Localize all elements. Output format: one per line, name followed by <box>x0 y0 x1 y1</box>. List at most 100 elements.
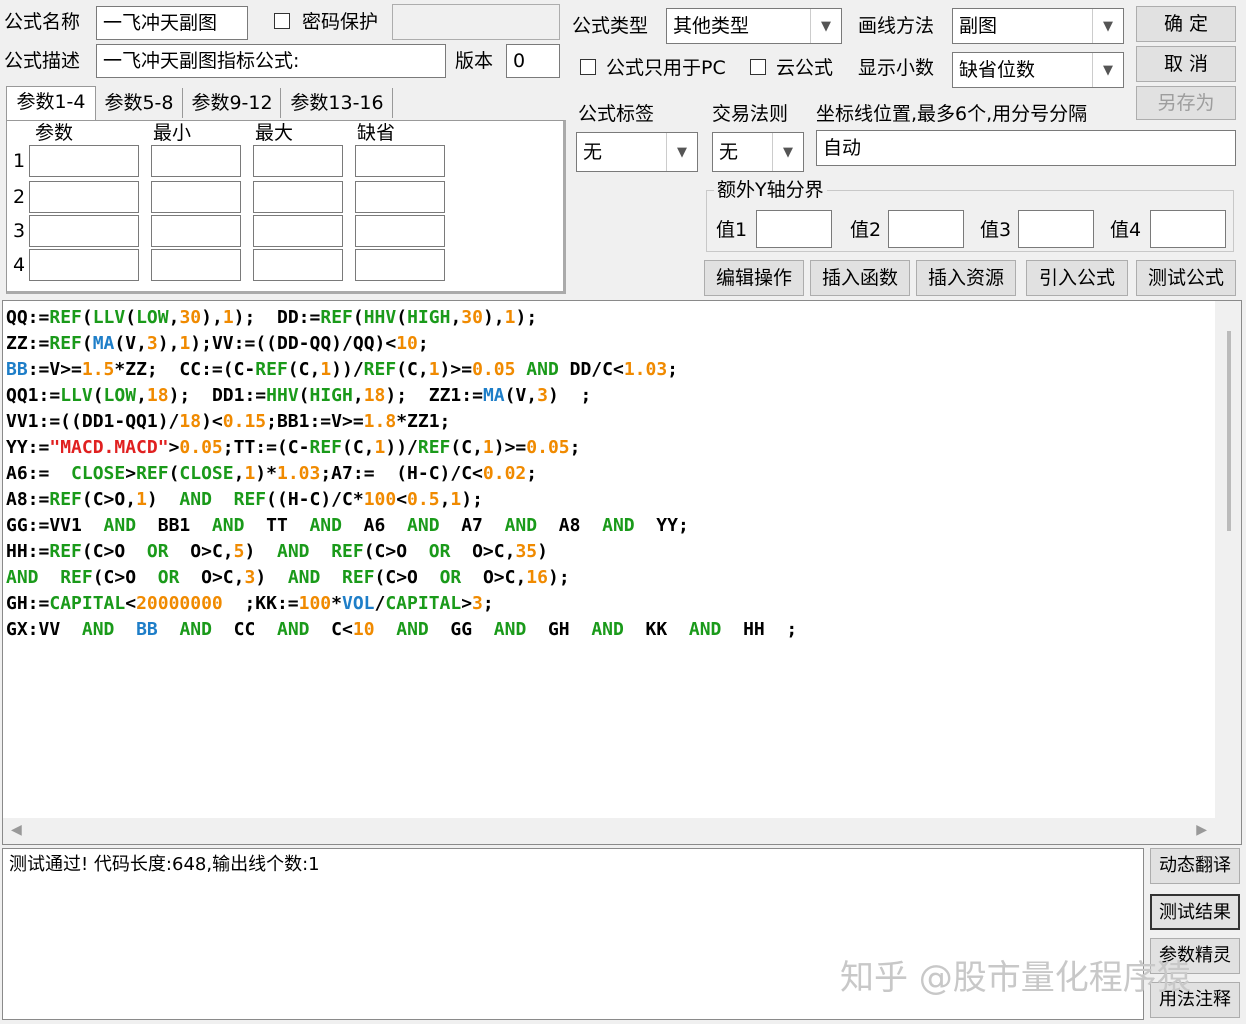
code-line[interactable]: BB:=V>=1.5*ZZ; CC:=(C-REF(C,1))/REF(C,1)… <box>6 357 797 383</box>
import-formula-button[interactable]: 引入公式 <box>1026 260 1128 296</box>
param-4-default-input[interactable] <box>355 249 445 281</box>
code-line[interactable]: A6:= CLOSE>REF(CLOSE,1)*1.03;A7:= (H-C)/… <box>6 461 797 487</box>
code-line[interactable]: GG:=VV1 AND BB1 AND TT AND A6 AND A7 AND… <box>6 513 797 539</box>
cloud-formula-checkbox[interactable] <box>750 59 766 75</box>
yaxis-value4-input[interactable] <box>1150 210 1226 248</box>
code-line[interactable]: YY:="MACD.MACD">0.05;TT:=(C-REF(C,1))/RE… <box>6 435 797 461</box>
tab-params-13-16[interactable]: 参数13-16 <box>282 88 393 118</box>
code-token: BB <box>136 619 158 640</box>
code-token: , <box>136 385 147 406</box>
code-line[interactable]: GH:=CAPITAL<20000000 ;KK:=100*VOL/CAPITA… <box>6 591 797 617</box>
chevron-down-icon[interactable]: ▼ <box>1092 9 1123 43</box>
code-line[interactable]: AND REF(C>O OR O>C,3) AND REF(C>O OR O>C… <box>6 565 797 591</box>
code-token: ZZ:= <box>6 333 50 354</box>
draw-method-select[interactable]: 副图 ▼ <box>952 8 1124 44</box>
tab-params-9-12[interactable]: 参数9-12 <box>184 88 281 118</box>
param-3-name-input[interactable] <box>29 215 139 247</box>
code-line[interactable]: A8:=REF(C>O,1) AND REF((H-C)/C*100<0.5,1… <box>6 487 797 513</box>
formula-desc-input[interactable]: 一飞冲天副图指标公式: <box>96 44 446 78</box>
code-token: REF <box>49 541 82 562</box>
param-2-default-input[interactable] <box>355 181 445 213</box>
yaxis-value3-input[interactable] <box>1018 210 1094 248</box>
insert-function-button[interactable]: 插入函数 <box>810 260 910 296</box>
version-input[interactable]: 0 <box>506 44 560 78</box>
param-3-default-input[interactable] <box>355 215 445 247</box>
vertical-scrollbar[interactable] <box>1215 301 1241 844</box>
code-line[interactable]: ZZ:=REF(MA(V,3),1);VV:=((DD-QQ)/QQ)<10; <box>6 331 797 357</box>
trade-rule-label: 交易法则 <box>712 103 789 125</box>
code-token: 1 <box>450 489 462 510</box>
ok-button[interactable]: 确 定 <box>1136 6 1236 42</box>
code-token: (V, <box>504 385 538 406</box>
param-4-min-input[interactable] <box>151 249 241 281</box>
edit-operation-button[interactable]: 编辑操作 <box>704 260 804 296</box>
code-line[interactable]: QQ1:=LLV(LOW,18); DD1:=HHV(HIGH,18); ZZ1… <box>6 383 797 409</box>
yaxis-value1-input[interactable] <box>756 210 832 248</box>
formula-type-select[interactable]: 其他类型 ▼ <box>666 8 842 44</box>
param-3-max-input[interactable] <box>253 215 343 247</box>
horizontal-scrollbar[interactable]: ◀ ▶ <box>3 818 1215 844</box>
code-token: 35 <box>515 541 538 562</box>
code-token: QQ1:= <box>6 385 61 406</box>
formula-type-value: 其他类型 <box>673 15 750 37</box>
code-token: ( <box>81 307 93 328</box>
code-line[interactable]: QQ:=REF(LLV(LOW,30),1); DD:=REF(HHV(HIGH… <box>6 305 797 331</box>
axis-position-input[interactable]: 自动 <box>816 130 1236 166</box>
code-line[interactable]: HH:=REF(C>O OR O>C,5) AND REF(C>O OR O>C… <box>6 539 797 565</box>
test-result-button[interactable]: 测试结果 <box>1150 894 1240 930</box>
param-3-min-input[interactable] <box>151 215 241 247</box>
decimals-label: 显示小数 <box>858 57 935 79</box>
param-1-max-input[interactable] <box>253 145 343 177</box>
save-as-button[interactable]: 另存为 <box>1136 86 1236 120</box>
param-row-index: 4 <box>13 254 26 276</box>
code-token: QQ:= <box>6 307 50 328</box>
scroll-right-icon[interactable]: ▶ <box>1196 822 1207 838</box>
code-token: *ZZ1; <box>396 411 451 432</box>
formula-tag-select[interactable]: 无 ▼ <box>576 132 698 172</box>
param-4-max-input[interactable] <box>253 249 343 281</box>
chevron-down-icon[interactable]: ▼ <box>772 133 803 171</box>
chevron-down-icon[interactable]: ▼ <box>1092 53 1123 87</box>
param-2-max-input[interactable] <box>253 181 343 213</box>
code-token: 5 <box>233 541 245 562</box>
code-token: AND <box>309 515 342 536</box>
scrollbar-thumb[interactable] <box>1227 331 1231 531</box>
tab-params-5-8[interactable]: 参数5-8 <box>96 88 183 118</box>
param-2-min-input[interactable] <box>151 181 241 213</box>
code-token: > <box>125 463 137 484</box>
code-token: 1 <box>374 437 386 458</box>
param-1-name-input[interactable] <box>29 145 139 177</box>
insert-resource-button[interactable]: 插入资源 <box>916 260 1016 296</box>
code-token: AND <box>211 515 245 536</box>
scroll-left-icon[interactable]: ◀ <box>11 822 22 838</box>
code-token: / <box>374 593 386 614</box>
param-1-min-input[interactable] <box>151 145 241 177</box>
code-token: (C>O <box>374 567 440 588</box>
param-2-name-input[interactable] <box>29 181 139 213</box>
chevron-down-icon[interactable]: ▼ <box>666 133 697 171</box>
yaxis-value2-input[interactable] <box>888 210 964 248</box>
code-text[interactable]: QQ:=REF(LLV(LOW,30),1); DD:=REF(HHV(HIGH… <box>6 305 797 643</box>
param-4-name-input[interactable] <box>29 249 139 281</box>
code-token: GH:= <box>6 593 50 614</box>
chevron-down-icon[interactable]: ▼ <box>810 9 841 43</box>
code-token: (C, <box>287 359 321 380</box>
code-token: LOW <box>103 385 137 406</box>
trade-rule-select[interactable]: 无 ▼ <box>712 132 804 172</box>
formula-name-input[interactable]: 一飞冲天副图 <box>96 6 248 40</box>
pc-only-checkbox[interactable] <box>580 59 596 75</box>
code-line[interactable]: GX:VV AND BB AND CC AND C<10 AND GG AND … <box>6 617 797 643</box>
code-line[interactable]: VV1:=((DD1-QQ1)/18)<0.15;BB1:=V>=1.8*ZZ1… <box>6 409 797 435</box>
tab-params-1-4[interactable]: 参数1-4 <box>6 86 96 121</box>
param-1-default-input[interactable] <box>355 145 445 177</box>
formula-type-label: 公式类型 <box>572 15 649 37</box>
test-formula-button[interactable]: 测试公式 <box>1136 260 1236 296</box>
code-editor[interactable]: QQ:=REF(LLV(LOW,30),1); DD:=REF(HHV(HIGH… <box>2 300 1242 845</box>
dynamic-translate-button[interactable]: 动态翻译 <box>1150 848 1240 884</box>
cancel-button[interactable]: 取 消 <box>1136 46 1236 82</box>
code-token: > <box>461 593 473 614</box>
decimals-select[interactable]: 缺省位数 ▼ <box>952 52 1124 88</box>
decimals-value: 缺省位数 <box>959 59 1036 81</box>
password-checkbox[interactable] <box>274 13 290 29</box>
